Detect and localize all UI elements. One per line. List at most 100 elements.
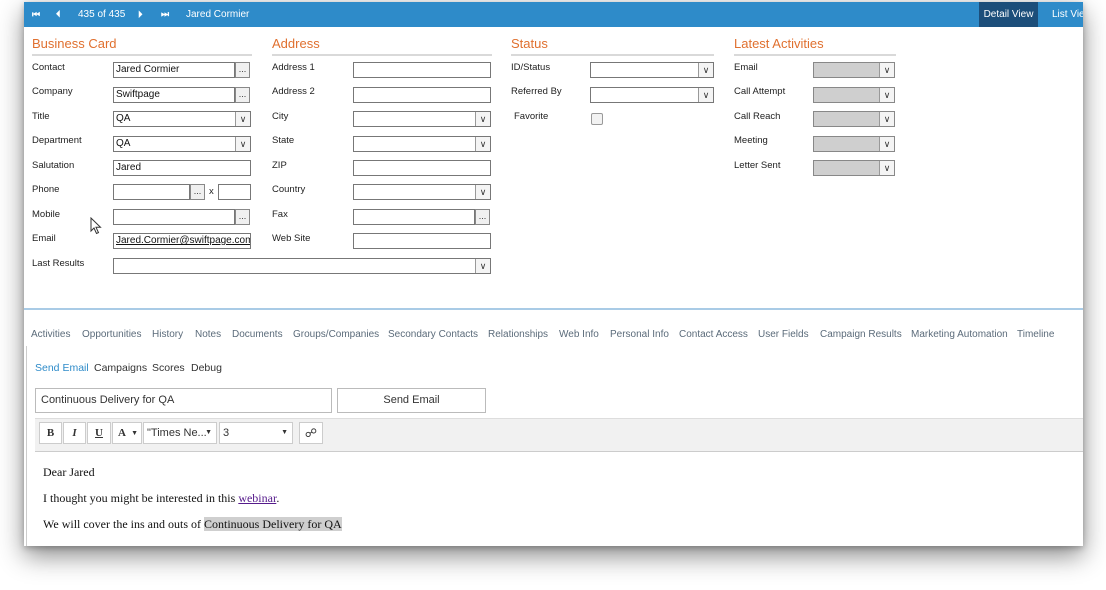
status-heading: Status	[511, 36, 714, 56]
tab-documents[interactable]: Documents	[232, 329, 283, 340]
favorite-checkbox[interactable]	[591, 113, 603, 125]
department-select[interactable]: QA ∨	[113, 136, 251, 152]
tab-timeline[interactable]: Timeline	[1017, 329, 1054, 340]
body-line-3: We will cover the ins and outs of Contin…	[43, 517, 342, 532]
tab-groups-companies[interactable]: Groups/Companies	[293, 329, 379, 340]
contact-label: Contact	[32, 62, 65, 73]
contact-lookup-button[interactable]: ...	[235, 62, 250, 78]
referred-by-select[interactable]: ∨	[590, 87, 714, 103]
tab-notes[interactable]: Notes	[195, 329, 221, 340]
website-field[interactable]	[353, 233, 491, 249]
call-reach-select[interactable]: ∨	[813, 111, 895, 127]
last-results-select[interactable]: ∨	[113, 258, 491, 274]
address2-label: Address 2	[272, 86, 315, 97]
letter-sent-select[interactable]: ∨	[813, 160, 895, 176]
insert-link-button[interactable]: ☍	[299, 422, 323, 444]
tab-relationships[interactable]: Relationships	[488, 329, 548, 340]
tab-personal-info[interactable]: Personal Info	[610, 329, 669, 340]
record-counter: 435 of 435	[78, 9, 126, 20]
favorite-label: Favorite	[514, 111, 549, 122]
tab-web-info[interactable]: Web Info	[559, 329, 599, 340]
website-label: Web Site	[272, 233, 311, 244]
contact-field[interactable]: Jared Cormier	[113, 62, 235, 78]
business-card-heading: Business Card	[32, 36, 252, 56]
la-email-select[interactable]: ∨	[813, 62, 895, 78]
zip-field[interactable]	[353, 160, 491, 176]
contact-detail-window: ⏮ ⏴ 435 of 435 ⏵ ⏭ Jared Cormier Detail …	[24, 2, 1083, 546]
tab-marketing-automation[interactable]: Marketing Automation	[911, 329, 1008, 340]
address-heading: Address	[272, 36, 492, 56]
title-select[interactable]: QA ∨	[113, 111, 251, 127]
email-field[interactable]: Jared.Cormier@swiftpage.com	[113, 233, 251, 249]
mobile-lookup-button[interactable]: ...	[235, 209, 250, 225]
chevron-down-icon: ∨	[698, 63, 713, 77]
phone-field[interactable]	[113, 184, 190, 200]
chevron-down-icon: ∨	[879, 161, 894, 175]
chevron-down-icon: ∨	[879, 112, 894, 126]
font-size-select[interactable]: 3 ▼	[219, 422, 293, 444]
tab-list-view[interactable]: List View	[1042, 2, 1083, 27]
tab-user-fields[interactable]: User Fields	[758, 329, 809, 340]
highlighted-subject-text: Continuous Delivery for QA	[204, 517, 342, 531]
email-body-editor[interactable]: Dear Jared I thought you might be intere…	[35, 452, 1083, 546]
company-lookup-button[interactable]: ...	[235, 87, 250, 103]
bold-button[interactable]: B	[39, 422, 62, 444]
chevron-down-icon: ∨	[475, 112, 490, 126]
marketing-automation-panel: Send Email Campaigns Scores Debug Contin…	[26, 346, 1083, 546]
caret-down-icon: ▼	[281, 429, 288, 436]
tab-campaign-results[interactable]: Campaign Results	[820, 329, 902, 340]
country-select[interactable]: ∨	[353, 184, 491, 200]
subtab-campaigns[interactable]: Campaigns	[94, 362, 147, 374]
mobile-field[interactable]	[113, 209, 235, 225]
country-label: Country	[272, 184, 306, 195]
record-name: Jared Cormier	[186, 9, 250, 20]
subtab-debug[interactable]: Debug	[191, 362, 222, 374]
last-results-label: Last Results	[32, 258, 85, 269]
address2-field[interactable]	[353, 87, 491, 103]
call-attempt-select[interactable]: ∨	[813, 87, 895, 103]
font-size-value: 3	[223, 427, 230, 439]
subtab-scores[interactable]: Scores	[152, 362, 185, 374]
previous-record-icon[interactable]: ⏴	[56, 8, 60, 21]
font-family-select[interactable]: "Times Ne... ▼	[143, 422, 217, 444]
chevron-down-icon: ∨	[879, 63, 894, 77]
tab-detail-view[interactable]: Detail View	[979, 2, 1038, 27]
fax-lookup-button[interactable]: ...	[475, 209, 490, 225]
font-color-icon: A	[118, 427, 126, 439]
last-record-icon[interactable]: ⏭	[161, 8, 169, 21]
la-email-label: Email	[734, 62, 758, 73]
phone-extension-field[interactable]	[218, 184, 251, 200]
next-record-icon[interactable]: ⏵	[138, 8, 142, 21]
city-label: City	[272, 111, 289, 122]
salutation-field[interactable]: Jared	[113, 160, 251, 176]
call-attempt-label: Call Attempt	[734, 86, 786, 97]
id-status-select[interactable]: ∨	[590, 62, 714, 78]
email-label: Email	[32, 233, 56, 244]
fax-field[interactable]	[353, 209, 475, 225]
title-label: Title	[32, 111, 50, 122]
record-navigation-bar: ⏮ ⏴ 435 of 435 ⏵ ⏭ Jared Cormier Detail …	[24, 2, 1083, 27]
company-label: Company	[32, 86, 73, 97]
phone-lookup-button[interactable]: ...	[190, 184, 205, 200]
send-email-button[interactable]: Send Email	[337, 388, 486, 413]
first-record-icon[interactable]: ⏮	[32, 8, 40, 21]
tab-activities[interactable]: Activities	[31, 329, 70, 340]
italic-button[interactable]: I	[63, 422, 86, 444]
underline-button[interactable]: U	[87, 422, 111, 444]
state-select[interactable]: ∨	[353, 136, 491, 152]
city-select[interactable]: ∨	[353, 111, 491, 127]
subtab-send-email[interactable]: Send Email	[35, 362, 89, 374]
state-label: State	[272, 135, 295, 146]
body-line-3-text: We will cover the ins and outs of	[43, 517, 204, 531]
font-color-button[interactable]: A ▼	[112, 422, 142, 444]
tab-secondary-contacts[interactable]: Secondary Contacts	[388, 329, 478, 340]
meeting-select[interactable]: ∨	[813, 136, 895, 152]
tab-history[interactable]: History	[152, 329, 183, 340]
webinar-link[interactable]: webinar	[238, 491, 276, 505]
email-subject-input[interactable]: Continuous Delivery for QA	[35, 388, 332, 413]
tab-contact-access[interactable]: Contact Access	[679, 329, 748, 340]
company-field[interactable]: Swiftpage	[113, 87, 235, 103]
address1-field[interactable]	[353, 62, 491, 78]
tab-opportunities[interactable]: Opportunities	[82, 329, 141, 340]
caret-down-icon: ▼	[131, 429, 138, 437]
